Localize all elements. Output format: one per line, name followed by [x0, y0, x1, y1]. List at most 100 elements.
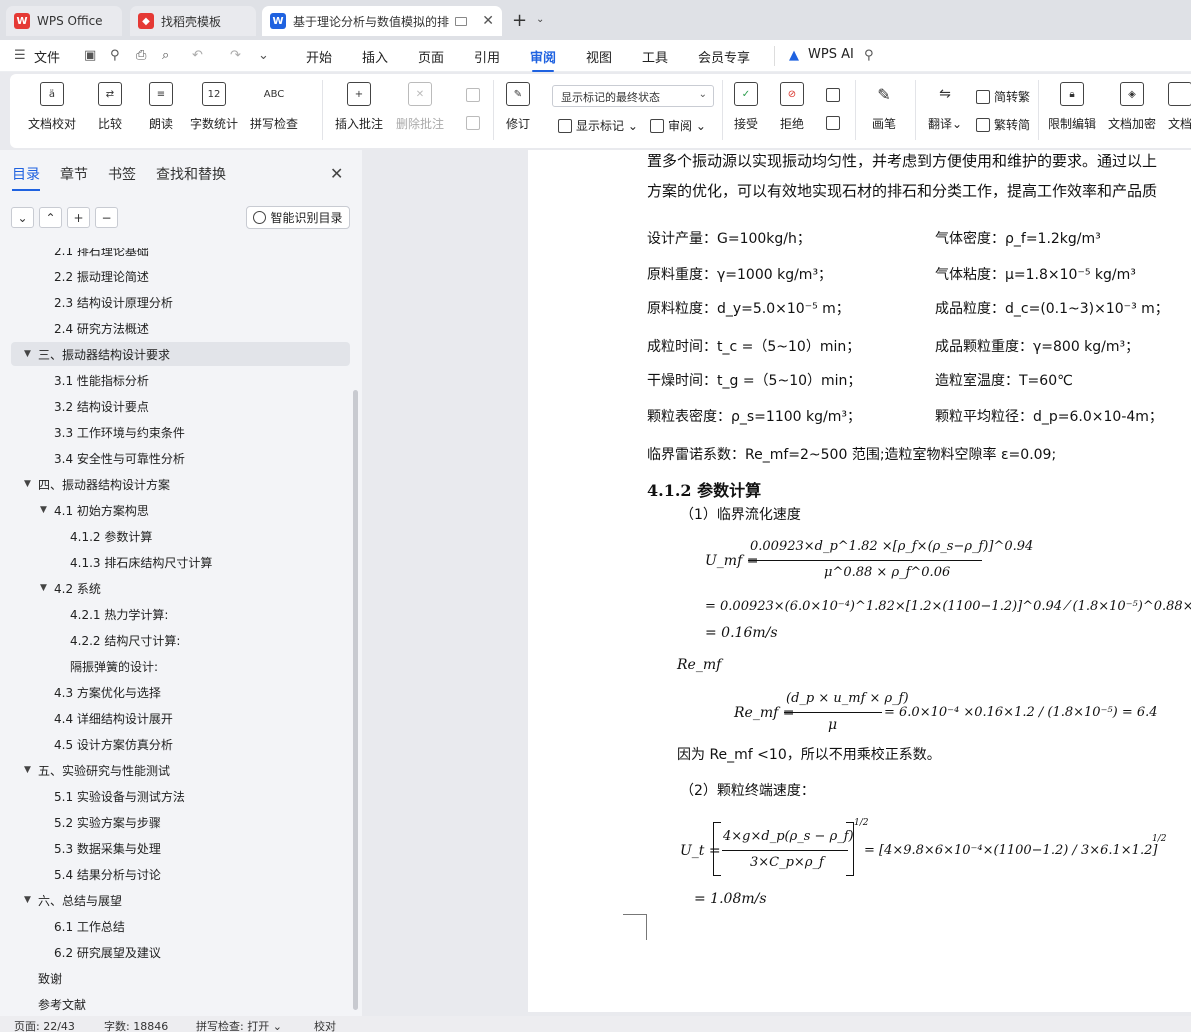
restrict-edit-button[interactable]: 🔒︎ 限制编辑 — [1048, 82, 1096, 132]
toc-item[interactable]: 4.2.2 结构尺寸计算: — [0, 628, 350, 652]
close-tab-icon[interactable]: ✕ — [482, 13, 494, 29]
menu-home[interactable]: 开始 — [306, 47, 332, 66]
menu-wps-ai[interactable]: WPS AI — [808, 47, 854, 62]
toc-item[interactable]: 6.2 研究展望及建议 — [0, 940, 350, 964]
encrypt-doc-button[interactable]: ◈ 文档加密 — [1108, 82, 1156, 132]
tab-document[interactable]: W 基于理论分析与数值模拟的排 ✕ — [262, 6, 502, 36]
new-tab-icon[interactable]: + — [512, 10, 527, 31]
nav-tab-chapters[interactable]: 章节 — [60, 164, 88, 184]
menu-member[interactable]: 会员专享 — [698, 47, 750, 66]
tab-template[interactable]: ◆ 找稻壳模板 — [130, 6, 256, 36]
menu-tools[interactable]: 工具 — [642, 47, 668, 66]
close-panel-icon[interactable]: ✕ — [330, 164, 343, 183]
toc-item[interactable]: 4.1.2 参数计算 — [0, 524, 350, 548]
menu-review[interactable]: 审阅 — [530, 47, 556, 72]
chevron-down-icon[interactable]: ⌄ — [536, 14, 544, 25]
monitor-icon[interactable] — [455, 16, 468, 26]
toc-item[interactable]: 5.4 结果分析与讨论 — [0, 862, 350, 886]
menu-page[interactable]: 页面 — [418, 47, 444, 66]
expand-arrow-icon[interactable]: ▼ — [24, 895, 38, 905]
proofread-indicator[interactable]: 校对 — [314, 1018, 336, 1032]
expand-arrow-icon[interactable]: ▼ — [40, 583, 54, 593]
nav-tab-bookmarks[interactable]: 书签 — [108, 164, 136, 184]
doc-check-button[interactable]: ä 文档校对 — [28, 82, 76, 132]
review-pane-button[interactable]: 审阅 ⌄ — [650, 117, 706, 134]
expand-arrow-icon[interactable]: ▼ — [24, 479, 38, 489]
pen-button[interactable]: ✎ 画笔 — [872, 82, 896, 132]
share-icon[interactable]: ⚲ — [110, 48, 120, 63]
toc-item[interactable]: ▼ 四、振动器结构设计方案 — [0, 472, 350, 496]
accept-button[interactable]: ✓ 接受 — [734, 82, 758, 132]
compare-button[interactable]: ⇄ 比较 — [98, 82, 122, 132]
show-markup-button[interactable]: 显示标记 ⌄ — [558, 117, 638, 134]
translate-button[interactable]: ⇋ 翻译⌄ — [928, 82, 962, 132]
menu-file[interactable]: 文件 — [34, 47, 60, 66]
word-count-button[interactable]: 12 字数统计 — [190, 82, 238, 132]
toc-item[interactable]: 4.4 详细结构设计展开 — [0, 706, 350, 730]
nav-tab-find-replace[interactable]: 查找和替换 — [156, 164, 226, 184]
toc-item[interactable]: ▼ 4.2 系统 — [0, 576, 350, 600]
spell-check-indicator[interactable]: 拼写检查: 打开 ⌄ — [196, 1018, 282, 1032]
expand-arrow-icon[interactable]: ▼ — [24, 349, 38, 359]
undo-icon[interactable]: ↶ — [192, 48, 203, 63]
toc-item[interactable]: 4.1.3 排石床结构尺寸计算 — [0, 550, 350, 574]
word-count-indicator[interactable]: 字数: 18846 — [104, 1018, 168, 1032]
toc-item[interactable]: 4.5 设计方案仿真分析 — [0, 732, 350, 756]
hamburger-icon[interactable]: ☰ — [14, 48, 26, 63]
toc-item[interactable]: 隔振弹簧的设计: — [0, 654, 350, 678]
menu-insert[interactable]: 插入 — [362, 47, 388, 66]
toc-item[interactable]: 5.3 数据采集与处理 — [0, 836, 350, 860]
track-changes-button[interactable]: ✎ 修订 — [506, 82, 530, 132]
toc-item[interactable]: 3.2 结构设计要点 — [0, 394, 350, 418]
toc-item[interactable]: 4.2.1 热力学计算: — [0, 602, 350, 626]
traditional-to-simplified-button[interactable]: 繁转简 — [976, 116, 1030, 133]
toc-item[interactable]: ▼ 4.1 初始方案构思 — [0, 498, 350, 522]
expand-arrow-icon[interactable]: ▼ — [40, 505, 54, 515]
toc-item[interactable]: 3.3 工作环境与约束条件 — [0, 420, 350, 444]
spell-check-button[interactable]: ABC 拼写检查 — [250, 82, 298, 132]
toc-item[interactable]: 2.3 结构设计原理分析 — [0, 290, 350, 314]
tab-wps-office[interactable]: W WPS Office — [6, 6, 122, 36]
doc-more-button[interactable]: 文档 — [1168, 82, 1191, 132]
toc-item[interactable]: ▼ 三、振动器结构设计要求 — [11, 342, 350, 366]
expand-all-button[interactable]: ⌄ — [11, 207, 34, 228]
toc-item[interactable]: 3.4 安全性与可靠性分析 — [0, 446, 350, 470]
remove-heading-button[interactable]: − — [95, 207, 118, 228]
expand-arrow-icon[interactable]: ▼ — [24, 765, 38, 775]
toc-item[interactable]: 6.1 工作总结 — [0, 914, 350, 938]
read-aloud-button[interactable]: ≡ 朗读 — [149, 82, 173, 132]
prev-change-button[interactable] — [826, 88, 844, 102]
delete-comment-button[interactable]: ✕ 删除批注 — [396, 82, 444, 132]
toc-item[interactable]: 3.1 性能指标分析 — [0, 368, 350, 392]
smart-toc-button[interactable]: 智能识别目录 — [246, 206, 350, 229]
print-icon[interactable]: ⎙ — [136, 48, 146, 63]
next-change-button[interactable] — [826, 116, 844, 130]
menu-view[interactable]: 视图 — [586, 47, 612, 66]
toc-item[interactable]: ▼ 六、总结与展望 — [0, 888, 350, 912]
redo-icon[interactable]: ↷ — [230, 48, 241, 63]
toc-item[interactable]: 4.3 方案优化与选择 — [0, 680, 350, 704]
search-icon[interactable]: ⚲ — [864, 48, 874, 63]
toc-item[interactable]: 2.4 研究方法概述 — [0, 316, 350, 340]
document-page[interactable]: 置多个振动源以实现振动均匀性，并考虑到方便使用和维护的要求。通过以上 方案的优化… — [528, 150, 1191, 1012]
markup-state-select[interactable]: 显示标记的最终状态 ⌄ — [552, 85, 714, 107]
toc-item[interactable]: 2.2 振动理论简述 — [0, 264, 350, 288]
add-heading-button[interactable]: + — [67, 207, 90, 228]
toc-item[interactable]: 致谢 — [0, 966, 350, 990]
insert-comment-button[interactable]: + 插入批注 — [335, 82, 383, 132]
nav-scrollbar[interactable] — [353, 390, 358, 1010]
chevron-down-icon[interactable]: ⌄ — [258, 48, 269, 63]
next-comment-button[interactable] — [466, 116, 484, 130]
toc-item[interactable]: 5.2 实验方案与步骤 — [0, 810, 350, 834]
toc-item[interactable]: ▼ 五、实验研究与性能测试 — [0, 758, 350, 782]
toc-item[interactable]: 5.1 实验设备与测试方法 — [0, 784, 350, 808]
menu-references[interactable]: 引用 — [474, 47, 500, 66]
page-indicator[interactable]: 页面: 22/43 — [14, 1018, 75, 1032]
save-icon[interactable]: ▣ — [84, 48, 96, 63]
toc-item[interactable]: 参考文献 — [0, 992, 350, 1016]
print-preview-icon[interactable]: ⌕ — [162, 48, 169, 63]
reject-button[interactable]: ⊘ 拒绝 — [780, 82, 804, 132]
collapse-all-button[interactable]: ⌃ — [39, 207, 62, 228]
nav-tab-toc[interactable]: 目录 — [12, 164, 40, 191]
simplified-to-traditional-button[interactable]: 简转繁 — [976, 88, 1030, 105]
